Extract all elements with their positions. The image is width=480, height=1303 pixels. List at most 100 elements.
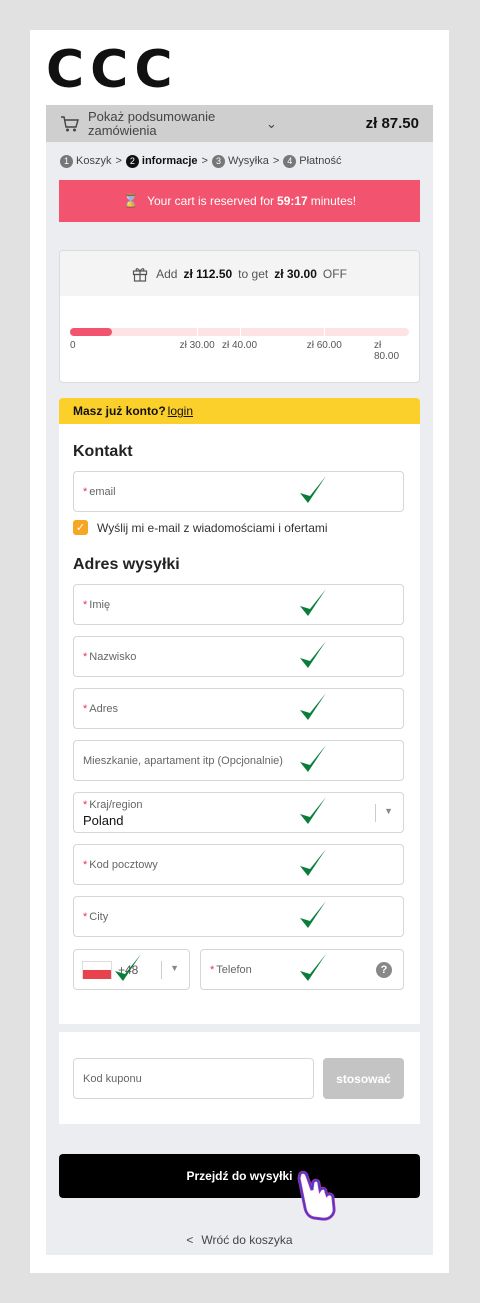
apartment-field[interactable]: Mieszkanie, apartament itp (Opcjonalnie) bbox=[73, 740, 404, 781]
order-summary-toggle[interactable]: Pokaż podsumowanie zamówienia ⌄ zł 87.50 bbox=[46, 105, 433, 142]
apartment-placeholder: Mieszkanie, apartament itp (Opcjonalnie) bbox=[83, 755, 283, 767]
checkmark-icon bbox=[300, 693, 326, 720]
first-name-field[interactable]: * Imię bbox=[73, 584, 404, 625]
step-2-badge: 2 bbox=[125, 154, 139, 168]
last-name-placeholder: Nazwisko bbox=[89, 651, 137, 663]
page-frame: CCC Pokaż podsumowanie zamówienia ⌄ zł 8… bbox=[30, 30, 449, 1273]
timer-countdown: 59:17 bbox=[277, 194, 308, 208]
ccc-logo[interactable]: CCC bbox=[46, 40, 179, 100]
step-4-badge: 4 bbox=[283, 154, 297, 168]
chevron-down-icon: ▼ bbox=[170, 963, 179, 973]
breadcrumb-separator: > bbox=[201, 155, 208, 167]
tick-label: zł 80.00 bbox=[374, 340, 400, 362]
promo-message: Add zł 112.50 to get zł 30.00 OFF bbox=[60, 251, 419, 296]
promo-off-label: OFF bbox=[322, 266, 347, 281]
timer-prefix: Your cart is reserved for bbox=[147, 194, 275, 208]
back-to-cart-link[interactable]: < Wróć do koszyka bbox=[46, 1233, 433, 1247]
login-prompt-bar: Masz już konto? login bbox=[59, 398, 420, 424]
checkmark-icon bbox=[115, 954, 141, 981]
hourglass-icon: ⌛ bbox=[122, 193, 140, 208]
tick-label: zł 60.00 bbox=[306, 340, 342, 351]
last-name-field[interactable]: * Nazwisko bbox=[73, 636, 404, 677]
coupon-placeholder: Kod kuponu bbox=[83, 1073, 142, 1085]
postal-code-field[interactable]: * Kod pocztowy bbox=[73, 844, 404, 885]
email-field[interactable]: * email bbox=[73, 471, 404, 512]
newsletter-checkbox[interactable]: ✓ bbox=[73, 520, 88, 535]
newsletter-label: Wyślij mi e-mail z wiadomościami i ofert… bbox=[97, 520, 328, 535]
city-field[interactable]: * City bbox=[73, 896, 404, 937]
tick-label: zł 40.00 bbox=[222, 340, 258, 351]
progress-tick bbox=[239, 328, 241, 336]
address-placeholder: Adres bbox=[89, 703, 119, 715]
coupon-card: Kod kuponu stosować bbox=[59, 1032, 420, 1124]
chevron-left-icon: < bbox=[186, 1233, 194, 1247]
breadcrumb-separator: > bbox=[272, 155, 280, 167]
cart-icon bbox=[61, 115, 79, 131]
postal-code-placeholder: Kod pocztowy bbox=[89, 859, 158, 871]
gift-icon bbox=[132, 267, 148, 282]
summary-label: Pokaż podsumowanie zamówienia bbox=[88, 108, 216, 138]
checkout-content: Pokaż podsumowanie zamówienia ⌄ zł 87.50… bbox=[46, 105, 433, 1255]
required-mark: * bbox=[83, 911, 88, 923]
checkmark-icon bbox=[300, 849, 326, 876]
account-question: Masz już konto? bbox=[73, 404, 166, 418]
promo-add-amount: zł 112.50 bbox=[183, 266, 233, 281]
select-divider bbox=[161, 961, 162, 979]
login-link[interactable]: login bbox=[168, 404, 193, 418]
required-mark: * bbox=[83, 859, 88, 871]
first-name-placeholder: Imię bbox=[89, 599, 111, 611]
select-divider bbox=[375, 804, 376, 822]
promo-add-label: Add bbox=[156, 266, 178, 281]
back-to-cart-label: Wróć do koszyka bbox=[201, 1233, 293, 1247]
chevron-down-icon: ⌄ bbox=[266, 115, 277, 131]
contact-heading: Kontakt bbox=[73, 443, 133, 460]
tick-label: 0 bbox=[70, 340, 76, 351]
step-shipping: Wysyłka bbox=[227, 155, 269, 167]
step-payment: Płatność bbox=[299, 155, 342, 167]
city-placeholder: City bbox=[89, 911, 109, 923]
order-total: zł 87.50 bbox=[365, 115, 419, 132]
newsletter-row: ✓ Wyślij mi e-mail z wiadomościami i ofe… bbox=[73, 520, 328, 535]
country-select[interactable]: * Kraj/region Poland ▼ bbox=[73, 792, 404, 833]
required-mark: * bbox=[83, 651, 88, 663]
continue-to-shipping-button[interactable]: Przejdź do wysyłki bbox=[59, 1154, 420, 1198]
step-information: informacje bbox=[141, 155, 198, 167]
checkout-breadcrumb: 1 Koszyk > 2 informacje > 3 Wysyłka > 4 … bbox=[46, 142, 433, 180]
checkmark-icon bbox=[300, 954, 326, 981]
required-mark: * bbox=[83, 599, 88, 611]
checkmark-icon bbox=[300, 641, 326, 668]
step-3-badge: 3 bbox=[211, 154, 225, 168]
step-1-badge: 1 bbox=[60, 154, 73, 168]
free-gift-progress-card: Add zł 112.50 to get zł 30.00 OFF 0 zł 3… bbox=[59, 250, 420, 383]
pointer-hand-icon bbox=[297, 1170, 336, 1221]
promo-discount: zł 30.00 bbox=[274, 266, 317, 281]
progress-tick bbox=[197, 328, 199, 336]
checkmark-icon bbox=[300, 476, 326, 503]
checkmark-icon bbox=[300, 901, 326, 928]
required-mark: * bbox=[83, 799, 88, 811]
apply-coupon-button[interactable]: stosować bbox=[323, 1058, 404, 1099]
email-placeholder: email bbox=[89, 486, 116, 498]
required-mark: * bbox=[210, 964, 215, 976]
chevron-down-icon: ▼ bbox=[384, 806, 393, 816]
help-icon[interactable]: ? bbox=[376, 962, 392, 978]
country-value: Poland bbox=[83, 813, 124, 828]
step-cart-link[interactable]: Koszyk bbox=[76, 155, 111, 167]
country-label: Kraj/region bbox=[89, 799, 143, 811]
timer-suffix: minutes! bbox=[310, 194, 357, 208]
poland-flag-icon bbox=[82, 961, 112, 979]
promo-progress-fill bbox=[70, 328, 113, 336]
promo-mid-label: to get bbox=[238, 266, 269, 281]
checkout-form: Kontakt * email ✓ Wyślij mi e-mail z wiad… bbox=[59, 424, 420, 1024]
required-mark: * bbox=[83, 703, 88, 715]
promo-progress-bar bbox=[70, 328, 409, 336]
tick-label: zł 30.00 bbox=[179, 340, 215, 351]
coupon-code-input[interactable]: Kod kuponu bbox=[73, 1058, 314, 1099]
promo-progress-ticks: 0 zł 30.00 zł 40.00 zł 60.00 zł 80.00 bbox=[70, 340, 409, 362]
address-field[interactable]: * Adres bbox=[73, 688, 404, 729]
shipping-address-heading: Adres wysyłki bbox=[73, 556, 180, 573]
cart-reservation-banner: ⌛ Your cart is reserved for 59:17 minute… bbox=[59, 180, 420, 222]
breadcrumb-separator: > bbox=[115, 155, 122, 167]
required-mark: * bbox=[83, 486, 88, 498]
checkmark-icon bbox=[300, 745, 326, 772]
